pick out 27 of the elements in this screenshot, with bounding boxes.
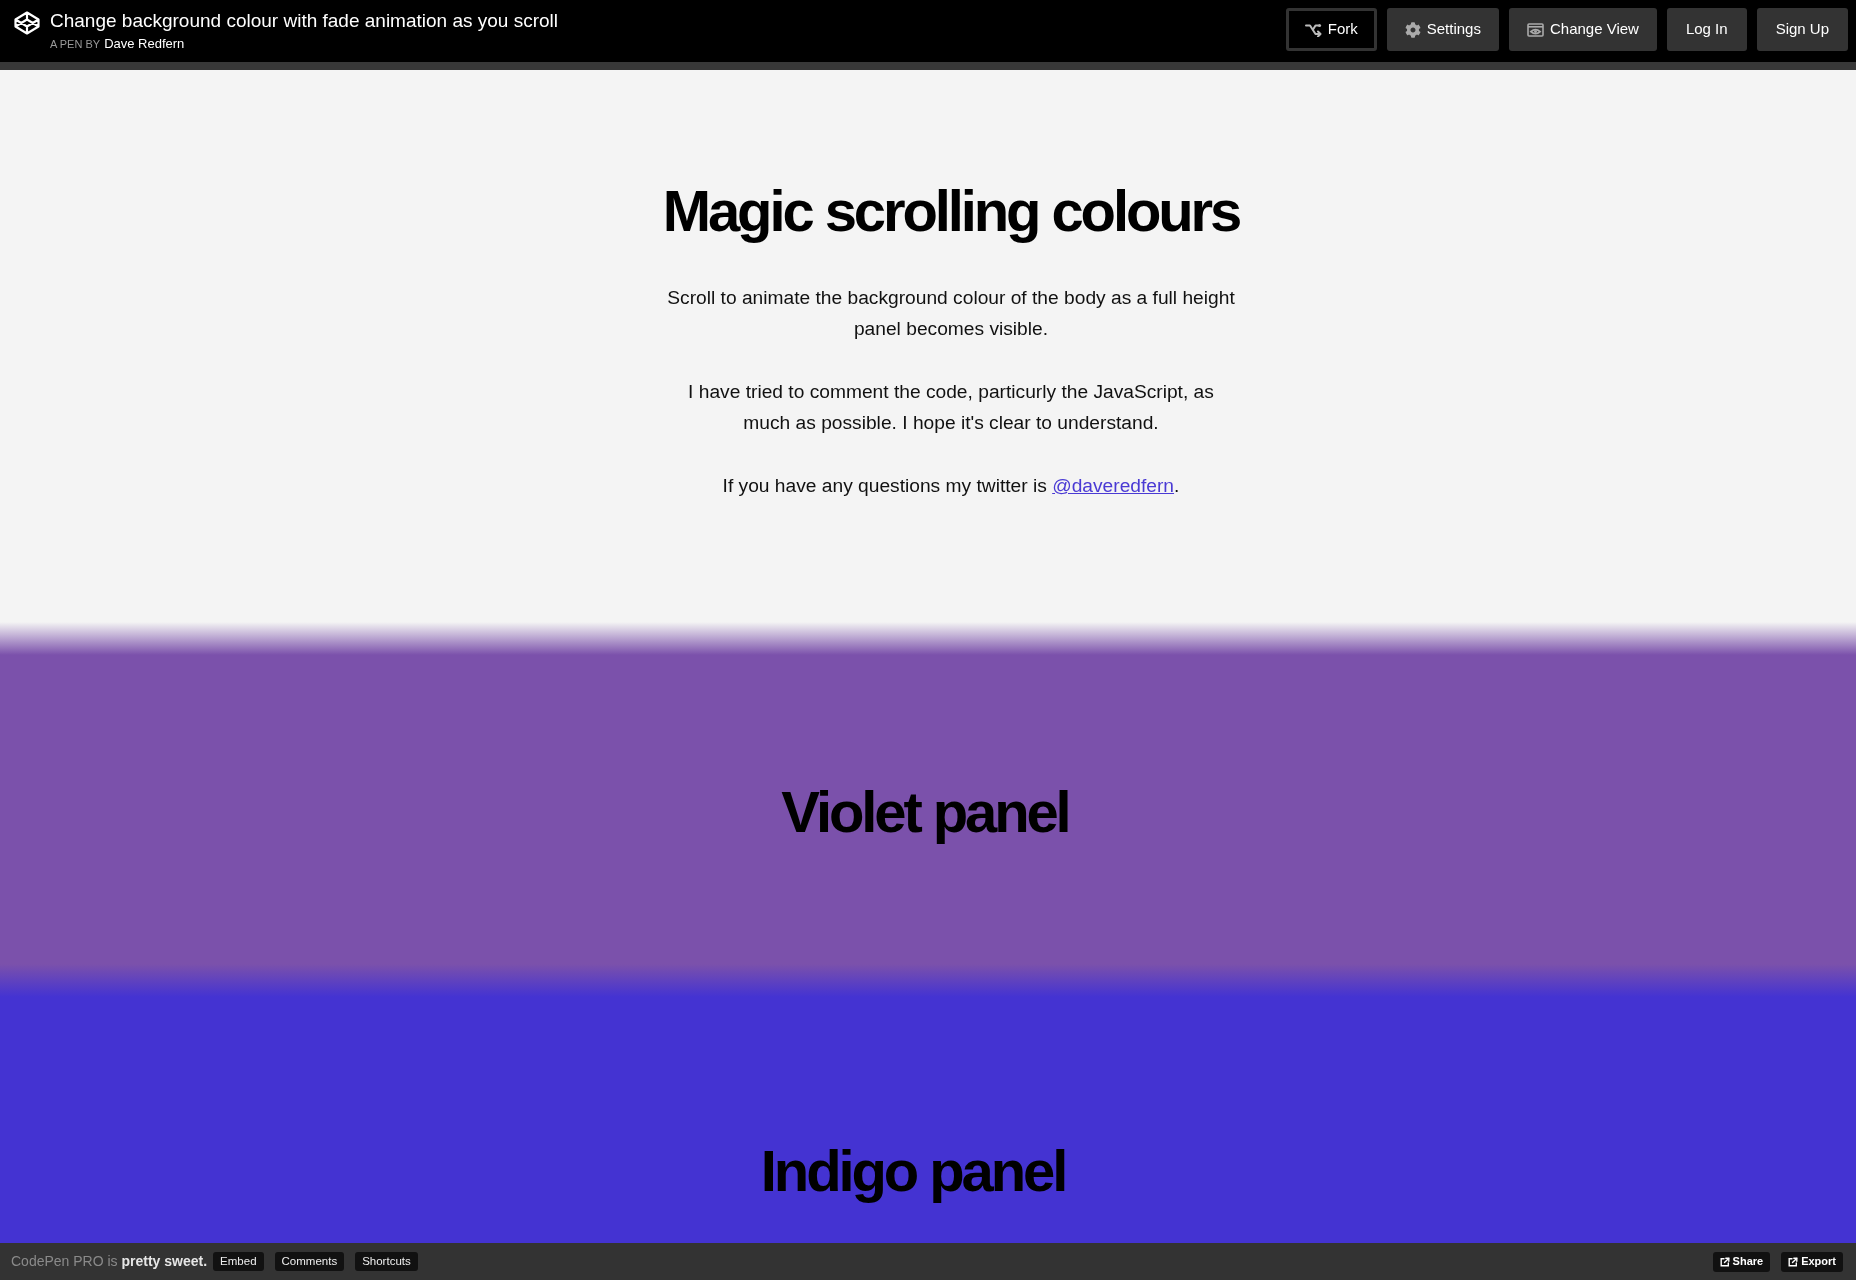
panel-heading: Violet panel (781, 778, 1069, 846)
byline-label: A PEN BY (50, 37, 101, 52)
settings-button[interactable]: Settings (1386, 8, 1499, 51)
twitter-link[interactable]: @daveredfern (1052, 475, 1175, 496)
intro-paragraph: Scroll to animate the background colour of the body as a full height panel becomes visible. (666, 286, 1236, 341)
fork-button[interactable]: Fork (1285, 8, 1377, 51)
fork-icon (1304, 22, 1322, 37)
footer-action-button[interactable]: Export (1781, 1251, 1843, 1272)
pen-title: Change background colour with fade animation as you scroll (50, 10, 559, 32)
panel-heading: Indigo panel (760, 1137, 1066, 1205)
promo-text: CodePen PRO is pretty sweet. (11, 1252, 208, 1271)
footer-action-button[interactable]: Share (1712, 1251, 1771, 1272)
box-arrow-icon (1788, 1256, 1799, 1267)
author-link[interactable]: Dave Redfern (104, 36, 185, 52)
contact-paragraph: If you have any questions my twitter is @daveredfern. (721, 474, 1181, 498)
footer-button[interactable]: Embed (213, 1252, 264, 1271)
page-heading: Magic scrolling colours (662, 177, 1240, 245)
eye-window-icon (1526, 22, 1544, 37)
signup-button[interactable]: Sign Up (1756, 8, 1848, 51)
intro-paragraph: I have tried to comment the code, particurly the JavaScript, as much as possible. I hope it's clear to understand. (687, 380, 1215, 435)
box-arrow-icon (1719, 1256, 1730, 1267)
footer-button[interactable]: Comments (274, 1252, 345, 1271)
login-button[interactable]: Log In (1666, 8, 1747, 51)
footer-button[interactable]: Shortcuts (355, 1252, 418, 1271)
change-view-button[interactable]: Change View (1508, 8, 1657, 51)
settings-icon (1404, 21, 1421, 38)
cube-logo-icon[interactable] (14, 11, 40, 35)
